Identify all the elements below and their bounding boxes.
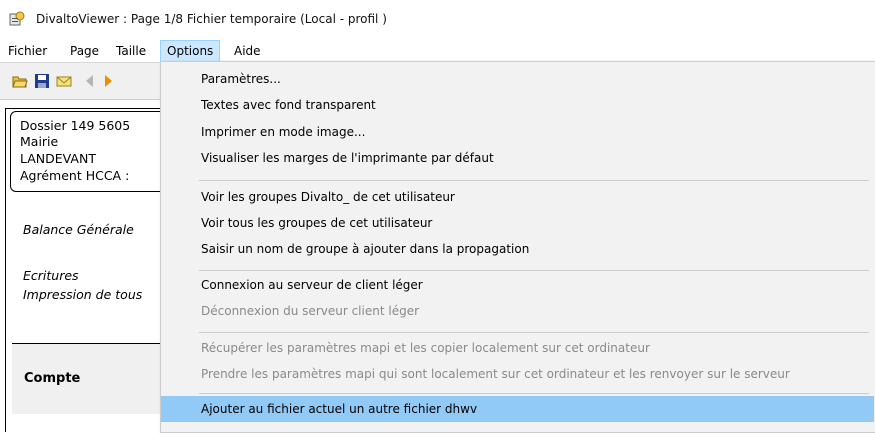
column-header-compte: Compte [24, 371, 81, 386]
menu-item-label: Connexion au serveur de client léger [201, 278, 423, 292]
menu-item-label: Voir tous les groupes de cet utilisateur [201, 216, 433, 230]
menu-item-label: Déconnexion du serveur client léger [201, 304, 420, 318]
menu-separator [199, 393, 869, 394]
menu-item-recuperer-parametres-mapi: Récupérer les paramètres mapi et les cop… [161, 335, 874, 361]
menu-item-parametres[interactable]: Paramètres... [161, 66, 874, 92]
window-title: DivaltoViewer : Page 1/8 Fichier tempora… [36, 12, 387, 26]
menu-item-label: Prendre les paramètres mapi qui sont loc… [201, 367, 790, 381]
menu-item-voir-tous-groupes[interactable]: Voir tous les groupes de cet utilisateur [161, 210, 874, 236]
save-icon[interactable] [34, 73, 50, 89]
menu-item-visualiser-marges[interactable]: Visualiser les marges de l'imprimante pa… [161, 145, 874, 171]
menu-item-label: Textes avec fond transparent [201, 98, 376, 112]
impression-text: Impression de tous [23, 287, 143, 302]
menu-item-label: Voir les groupes Divalto_ de cet utilisa… [201, 190, 455, 204]
menu-item-label: Imprimer en mode image... [201, 125, 366, 139]
menu-separator [199, 180, 869, 181]
menu-item-label: Récupérer les paramètres mapi et les cop… [201, 341, 650, 355]
balance-text: Balance Générale [23, 222, 134, 237]
menu-separator [199, 332, 869, 333]
menu-item-label: Ajouter au fichier actuel un autre fichi… [201, 402, 478, 416]
menu-separator [199, 270, 869, 271]
address-line-2: Mairie [20, 134, 59, 149]
app-icon [9, 11, 25, 26]
open-folder-icon[interactable] [12, 73, 28, 89]
menu-item-saisir-nom-groupe[interactable]: Saisir un nom de groupe à ajouter dans l… [161, 236, 874, 262]
menu-item-ajouter-fichier-dhwv[interactable]: Ajouter au fichier actuel un autre fichi… [161, 396, 874, 422]
menu-item-voir-groupes-divalto[interactable]: Voir les groupes Divalto_ de cet utilisa… [161, 184, 874, 210]
title-bar: DivaltoViewer : Page 1/8 Fichier tempora… [0, 0, 875, 40]
previous-page-icon[interactable] [82, 73, 98, 89]
menu-options[interactable]: Options [160, 40, 221, 62]
address-line-3: LANDEVANT [20, 151, 96, 166]
menu-fichier[interactable]: Fichier [2, 40, 53, 62]
menu-item-label: Visualiser les marges de l'imprimante pa… [201, 151, 494, 165]
menu-item-connexion-client-leger[interactable]: Connexion au serveur de client léger [161, 272, 874, 298]
options-dropdown-menu: Paramètres... Textes avec fond transpare… [160, 61, 875, 433]
menu-page[interactable]: Page [64, 40, 105, 62]
next-page-icon[interactable] [100, 73, 116, 89]
email-icon[interactable] [56, 73, 72, 89]
menu-item-textes-fond-transparent[interactable]: Textes avec fond transparent [161, 92, 874, 118]
menu-item-label: Saisir un nom de groupe à ajouter dans l… [201, 242, 530, 256]
address-line-1: Dossier 149 5605 [20, 118, 131, 133]
menu-item-label: Paramètres... [201, 72, 281, 86]
ecritures-text: Ecritures [23, 268, 79, 283]
menu-bar: Fichier Page Taille Options Aide [0, 40, 875, 63]
address-line-4: Agrément HCCA : [20, 168, 130, 183]
menu-item-imprimer-mode-image[interactable]: Imprimer en mode image... [161, 119, 874, 145]
menu-taille[interactable]: Taille [110, 40, 152, 62]
menu-item-deconnexion-client-leger: Déconnexion du serveur client léger [161, 298, 874, 324]
menu-item-prendre-parametres-mapi: Prendre les paramètres mapi qui sont loc… [161, 361, 874, 387]
menu-aide[interactable]: Aide [228, 40, 267, 62]
